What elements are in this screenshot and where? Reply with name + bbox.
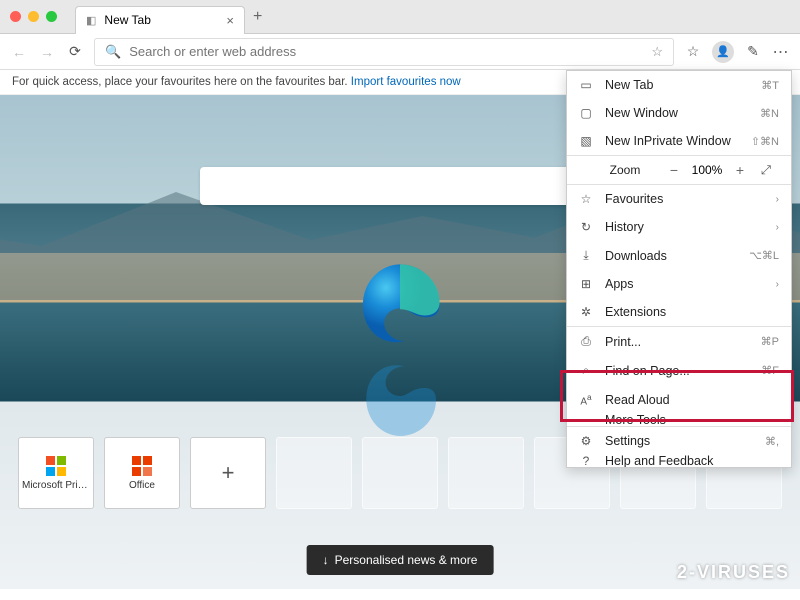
forward-button[interactable]: → xyxy=(38,44,56,60)
empty-tile[interactable] xyxy=(276,437,352,509)
toolbar: ← → ⟳ 🔍 ☆ ☆ 👤 ✎ ⋯ xyxy=(0,34,800,70)
microsoft-icon xyxy=(46,456,66,476)
menu-settings[interactable]: ⚙Settings⌘, xyxy=(567,427,791,455)
history-icon: ↻ xyxy=(579,220,593,234)
menu-more-tools[interactable]: More Tools xyxy=(567,414,791,426)
favorites-button[interactable]: ☆ xyxy=(684,43,702,60)
personalised-news-button[interactable]: ↓ Personalised news & more xyxy=(307,545,494,575)
profile-avatar[interactable]: 👤 xyxy=(712,41,734,63)
menu-print[interactable]: ⎙Print...⌘P xyxy=(567,327,791,356)
edge-logo xyxy=(356,260,444,348)
read-aloud-icon: Aa xyxy=(579,392,593,407)
new-window-icon: ▢ xyxy=(579,106,593,120)
tile-office[interactable]: Office xyxy=(104,437,180,509)
download-icon: ⤓ xyxy=(579,248,593,263)
chevron-right-icon: › xyxy=(776,279,779,290)
office-icon xyxy=(132,456,152,476)
star-icon: ☆ xyxy=(579,192,593,206)
zoom-out-button[interactable]: − xyxy=(661,162,687,178)
favorite-star-icon[interactable]: ☆ xyxy=(651,44,663,60)
menu-new-inprivate[interactable]: ▧New InPrivate Window⇧⌘N xyxy=(567,127,791,155)
back-button[interactable]: ← xyxy=(10,44,28,60)
tab-favicon: ◧ xyxy=(86,14,96,27)
browser-tab[interactable]: ◧ New Tab × xyxy=(75,6,245,34)
window-titlebar: ◧ New Tab × + xyxy=(0,0,800,34)
close-window-button[interactable] xyxy=(10,11,21,22)
refresh-button[interactable]: ⟳ xyxy=(66,43,84,60)
new-tab-icon: ▭ xyxy=(579,78,593,92)
tile-label: Office xyxy=(129,480,155,491)
favorites-hint: For quick access, place your favourites … xyxy=(12,76,348,88)
apps-icon: ⊞ xyxy=(579,277,593,291)
menu-new-tab[interactable]: ▭New Tab⌘T xyxy=(567,71,791,99)
feedback-icon[interactable]: ✎ xyxy=(744,43,762,60)
empty-tile[interactable] xyxy=(448,437,524,509)
watermark-text: 2-VIRUSES xyxy=(677,562,790,583)
gear-icon: ⚙ xyxy=(579,434,593,448)
chevron-right-icon: › xyxy=(776,194,779,205)
menu-read-aloud[interactable]: AaRead Aloud xyxy=(567,385,791,414)
menu-zoom-row: Zoom − 100% + ⤢ xyxy=(567,156,791,184)
search-icon: 🔍 xyxy=(105,44,121,60)
ntp-search-input[interactable] xyxy=(212,178,570,194)
minimize-window-button[interactable] xyxy=(28,11,39,22)
address-bar[interactable]: 🔍 ☆ xyxy=(94,38,674,66)
news-button-label: Personalised news & more xyxy=(335,553,478,567)
zoom-value: 100% xyxy=(687,163,727,177)
menu-downloads[interactable]: ⤓Downloads⌥⌘L xyxy=(567,241,791,270)
menu-apps[interactable]: ⊞Apps› xyxy=(567,270,791,298)
inprivate-icon: ▧ xyxy=(579,134,593,148)
menu-extensions[interactable]: ✲Extensions xyxy=(567,298,791,326)
menu-history[interactable]: ↻History› xyxy=(567,213,791,241)
menu-help[interactable]: ?Help and Feedback xyxy=(567,455,791,467)
more-menu-button[interactable]: ⋯ xyxy=(772,42,790,62)
more-menu-dropdown: ▭New Tab⌘T ▢New Window⌘N ▧New InPrivate … xyxy=(566,70,792,468)
menu-favourites[interactable]: ☆Favourites› xyxy=(567,185,791,213)
menu-new-window[interactable]: ▢New Window⌘N xyxy=(567,99,791,127)
chevron-right-icon: › xyxy=(776,222,779,233)
print-icon: ⎙ xyxy=(579,334,593,349)
edge-logo-reflection xyxy=(360,355,440,440)
empty-tile[interactable] xyxy=(362,437,438,509)
traffic-lights xyxy=(10,11,57,22)
new-tab-button[interactable]: + xyxy=(253,8,262,26)
add-tile-button[interactable]: + xyxy=(190,437,266,509)
tab-title: New Tab xyxy=(104,13,150,27)
tile-microsoft-privacy[interactable]: Microsoft Priv... xyxy=(18,437,94,509)
menu-find[interactable]: ⌕Find on Page...⌘F xyxy=(567,356,791,385)
maximize-window-button[interactable] xyxy=(46,11,57,22)
arrow-down-icon: ↓ xyxy=(323,553,329,567)
fullscreen-button[interactable]: ⤢ xyxy=(753,163,779,178)
zoom-label: Zoom xyxy=(579,163,661,177)
close-tab-button[interactable]: × xyxy=(226,13,234,28)
address-input[interactable] xyxy=(129,44,643,59)
zoom-in-button[interactable]: + xyxy=(727,162,753,178)
find-icon: ⌕ xyxy=(579,363,593,378)
extensions-icon: ✲ xyxy=(579,305,593,319)
ntp-search-box[interactable] xyxy=(200,167,600,205)
plus-icon: + xyxy=(222,460,235,486)
tile-label: Microsoft Priv... xyxy=(22,480,90,491)
import-favorites-link[interactable]: Import favourites now xyxy=(351,76,461,88)
